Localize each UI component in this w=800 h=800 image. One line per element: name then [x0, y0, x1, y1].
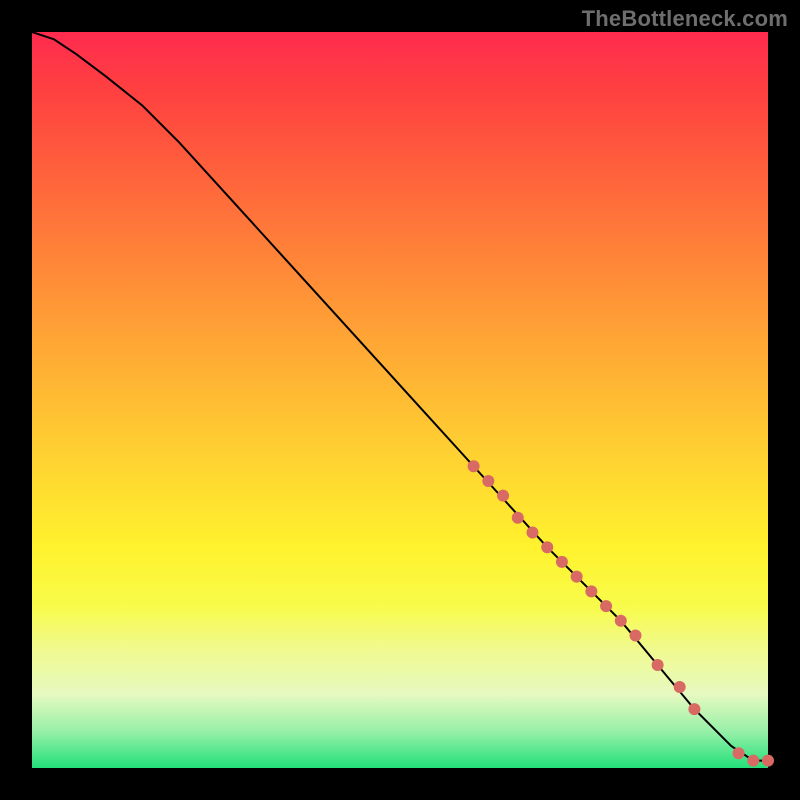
- chart-point: [674, 681, 686, 693]
- chart-overlay: [32, 32, 768, 768]
- chart-point: [526, 526, 538, 538]
- chart-curve: [32, 32, 768, 761]
- chart-point: [600, 600, 612, 612]
- chart-point: [497, 490, 509, 502]
- chart-point: [468, 460, 480, 472]
- chart-point: [482, 475, 494, 487]
- chart-point: [541, 541, 553, 553]
- chart-point: [512, 512, 524, 524]
- chart-point: [733, 747, 745, 759]
- chart-point: [762, 755, 774, 767]
- chart-point: [571, 571, 583, 583]
- chart-point: [556, 556, 568, 568]
- chart-point: [652, 659, 664, 671]
- chart-point: [747, 755, 759, 767]
- chart-point: [585, 585, 597, 597]
- chart-points: [468, 460, 774, 766]
- chart-point: [630, 630, 642, 642]
- chart-point: [688, 703, 700, 715]
- chart-point: [615, 615, 627, 627]
- watermark-text: TheBottleneck.com: [582, 6, 788, 32]
